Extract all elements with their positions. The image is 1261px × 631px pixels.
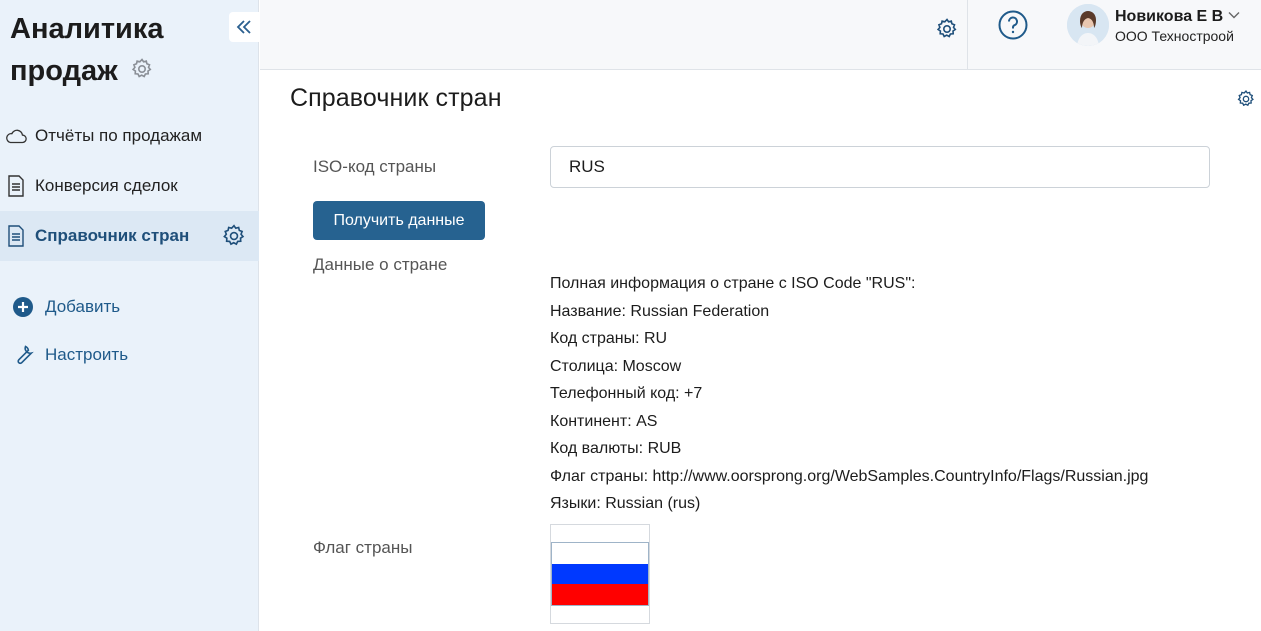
top-header: Новикова Е В ООО Техностроой <box>260 0 1261 70</box>
iso-code-input[interactable] <box>550 146 1210 188</box>
info-line: Флаг страны: http://www.oorsprong.org/We… <box>550 467 1149 485</box>
info-line: Континент: AS <box>550 412 658 430</box>
wrench-icon <box>11 343 35 367</box>
country-flag-frame <box>550 524 650 624</box>
sidebar-item-deal-conversion[interactable]: Конверсия сделок <box>0 161 259 211</box>
document-icon <box>4 224 28 248</box>
cloud-icon <box>4 124 28 148</box>
sidebar-item-label: Конверсия сделок <box>35 176 178 195</box>
sidebar: Аналитика продаж Отчёты по продажам Конв… <box>0 0 259 631</box>
info-line: Название: Russian Federation <box>550 302 770 320</box>
info-line: Языки: Russian (rus) <box>550 495 701 512</box>
app-title: Аналитика продаж <box>10 8 210 92</box>
document-icon <box>4 174 28 198</box>
flag-stripe-blue <box>552 563 648 585</box>
flag-stripe-white <box>552 543 648 564</box>
info-line: Полная информация о стране с ISO Code "R… <box>550 275 916 292</box>
plus-circle-icon <box>11 295 35 319</box>
info-line: Столица: Moscow <box>550 357 682 375</box>
flag-stripe-red <box>552 584 648 605</box>
page-settings-gear-icon[interactable] <box>1236 89 1256 109</box>
add-label: Добавить <box>45 297 121 316</box>
item-settings-gear-icon[interactable] <box>221 223 247 249</box>
header-settings-gear-icon[interactable] <box>935 17 959 41</box>
country-data-label: Данные о стране <box>313 255 448 274</box>
configure-label: Настроить <box>45 345 129 364</box>
chevron-down-icon[interactable] <box>1227 8 1241 22</box>
russia-flag-image <box>551 542 649 606</box>
collapse-sidebar-button[interactable] <box>229 12 259 42</box>
help-icon[interactable] <box>997 9 1029 41</box>
get-data-button[interactable]: Получить данные <box>313 201 485 240</box>
country-info-block: Полная информация о стране с ISO Code "R… <box>550 270 1148 518</box>
info-line: Код валюты: RUB <box>550 440 682 457</box>
sidebar-item-label: Отчёты по продажам <box>35 126 203 145</box>
info-line: Телефонный код: +7 <box>550 385 703 402</box>
double-chevron-left-icon <box>236 20 251 34</box>
info-line: Код страны: RU <box>550 330 668 347</box>
iso-code-label: ISO-код страны <box>313 157 437 176</box>
sidebar-item-label: Справочник стран <box>35 226 190 245</box>
avatar <box>1067 4 1109 46</box>
user-name: Новикова Е В <box>1115 8 1224 25</box>
app-settings-gear-icon[interactable] <box>130 57 154 81</box>
user-menu[interactable]: Новикова Е В ООО Техностроой <box>1067 4 1257 48</box>
page-title: Справочник стран <box>290 84 502 112</box>
header-divider <box>967 0 968 70</box>
add-button[interactable]: Добавить <box>0 287 259 327</box>
sidebar-item-country-directory[interactable]: Справочник стран <box>0 211 259 261</box>
sidebar-item-sales-reports[interactable]: Отчёты по продажам <box>0 111 259 161</box>
country-flag-label: Флаг страны <box>313 538 413 557</box>
configure-button[interactable]: Настроить <box>0 335 259 375</box>
user-organization: ООО Техностроой <box>1115 28 1234 44</box>
